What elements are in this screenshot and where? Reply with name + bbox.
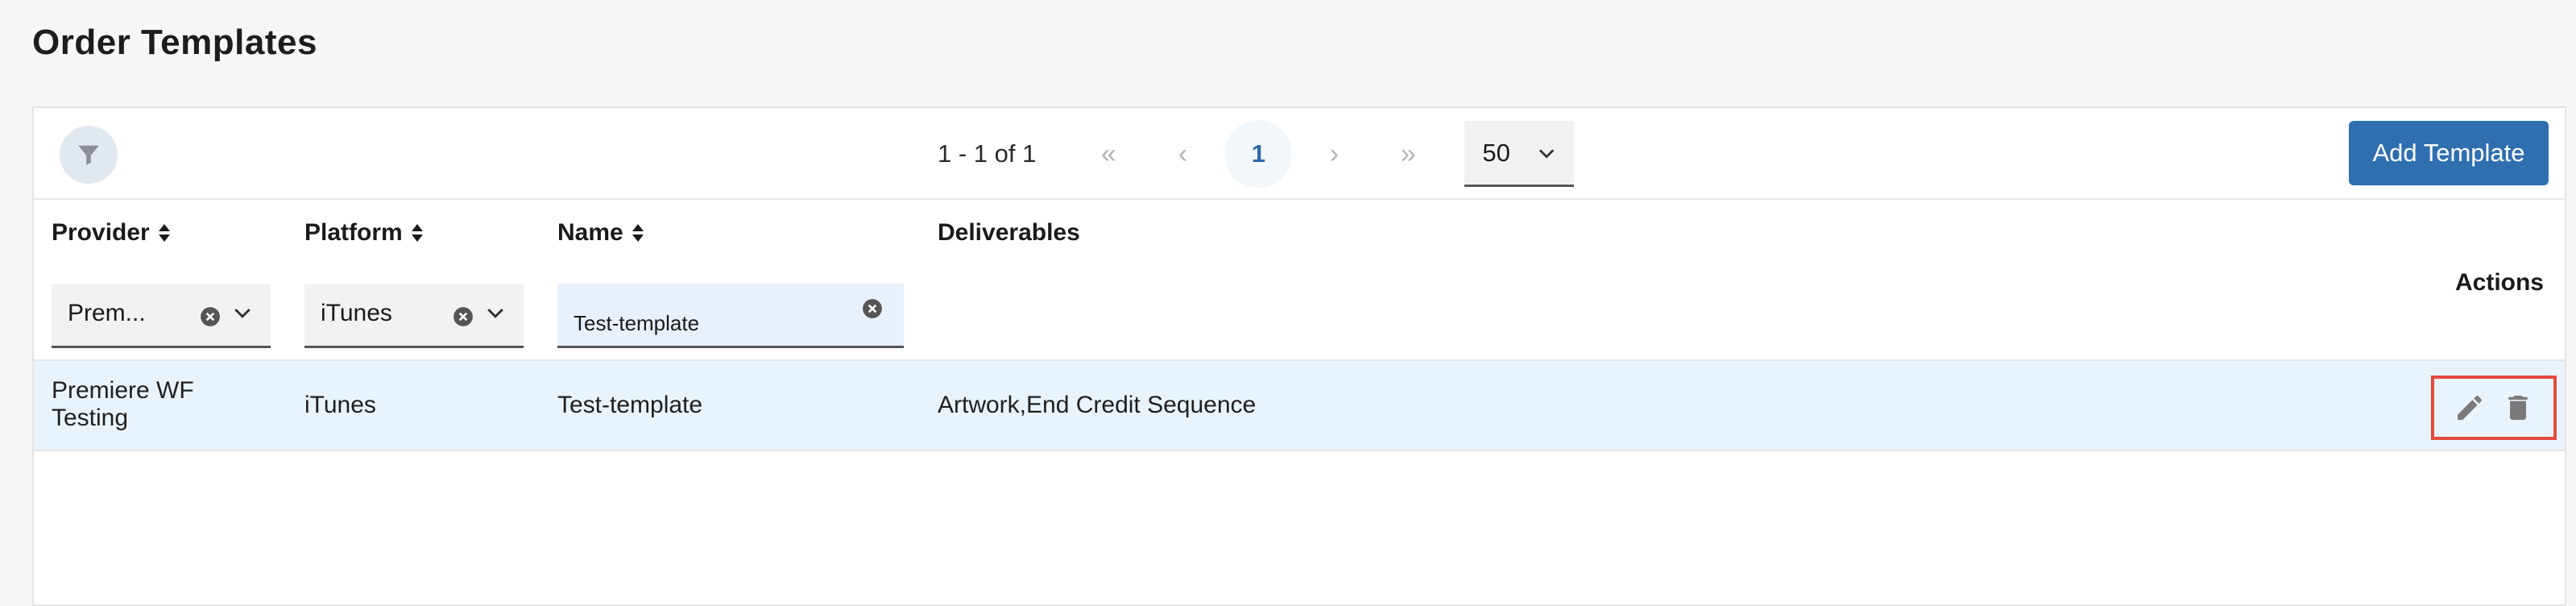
page-size-select[interactable]: 50: [1464, 121, 1575, 187]
filter-icon: [78, 145, 99, 165]
column-header-name-label: Name: [557, 219, 623, 246]
cell-name: Test-template: [557, 392, 703, 418]
row-actions: [2431, 376, 2557, 440]
delete-button[interactable]: [2502, 392, 2534, 424]
prev-page-button[interactable]: ‹: [1145, 139, 1220, 170]
templates-panel: 1 - 1 of 1 « ‹ 1 › » 50 Add Template Pro…: [32, 106, 2566, 606]
pagination: 1 - 1 of 1 « ‹ 1 › » 50: [938, 119, 1575, 189]
platform-filter-select[interactable]: iTunes: [304, 284, 524, 348]
filter-button[interactable]: [60, 126, 118, 184]
column-header-platform[interactable]: Platform: [304, 219, 424, 247]
range-text: 1 - 1 of 1: [938, 139, 1037, 168]
column-header-provider[interactable]: Provider: [52, 219, 171, 247]
provider-filter-value: Prem...: [68, 300, 146, 326]
sort-icon: [411, 224, 423, 242]
cell-platform: iTunes: [304, 392, 376, 418]
clear-platform-icon[interactable]: [453, 306, 474, 327]
name-filter-input[interactable]: [574, 311, 847, 336]
table-toolbar: 1 - 1 of 1 « ‹ 1 › » 50 Add Template: [34, 108, 2565, 200]
delete-icon: [2508, 396, 2528, 420]
edit-button[interactable]: [2454, 392, 2486, 424]
column-header-deliverables-label: Deliverables: [938, 219, 1080, 246]
page-size-value: 50: [1482, 138, 1510, 167]
cell-provider: Premiere WF Testing: [52, 377, 194, 431]
sort-icon: [158, 224, 170, 242]
edit-icon: [2458, 395, 2482, 420]
provider-filter-select[interactable]: Prem...: [52, 284, 271, 348]
platform-filter-value: iTunes: [321, 300, 392, 326]
column-header-provider-label: Provider: [52, 219, 150, 246]
last-page-button[interactable]: »: [1371, 139, 1445, 170]
column-header-platform-label: Platform: [304, 219, 403, 246]
chevron-down-icon[interactable]: [483, 301, 507, 326]
cell-deliverables: Artwork,End Credit Sequence: [938, 392, 1257, 418]
clear-provider-icon[interactable]: [200, 306, 221, 327]
table-header: Provider Platform Name Deliverables Acti…: [34, 200, 2565, 361]
next-page-button[interactable]: ›: [1297, 139, 1371, 170]
sort-icon: [632, 224, 644, 242]
page-1-button[interactable]: 1: [1224, 120, 1293, 188]
add-template-button[interactable]: Add Template: [2349, 121, 2549, 185]
column-header-deliverables: Deliverables: [938, 219, 1080, 247]
column-header-actions: Actions: [2454, 269, 2544, 296]
name-filter-field[interactable]: [557, 284, 904, 348]
first-page-button[interactable]: «: [1071, 139, 1145, 170]
table-row[interactable]: Premiere WF Testing iTunes Test-template…: [34, 361, 2565, 451]
clear-name-icon[interactable]: [862, 298, 883, 319]
chevron-down-icon: [1539, 149, 1555, 159]
page-title: Order Templates: [32, 23, 317, 62]
chevron-down-icon[interactable]: [230, 301, 255, 326]
column-header-name[interactable]: Name: [557, 219, 644, 247]
